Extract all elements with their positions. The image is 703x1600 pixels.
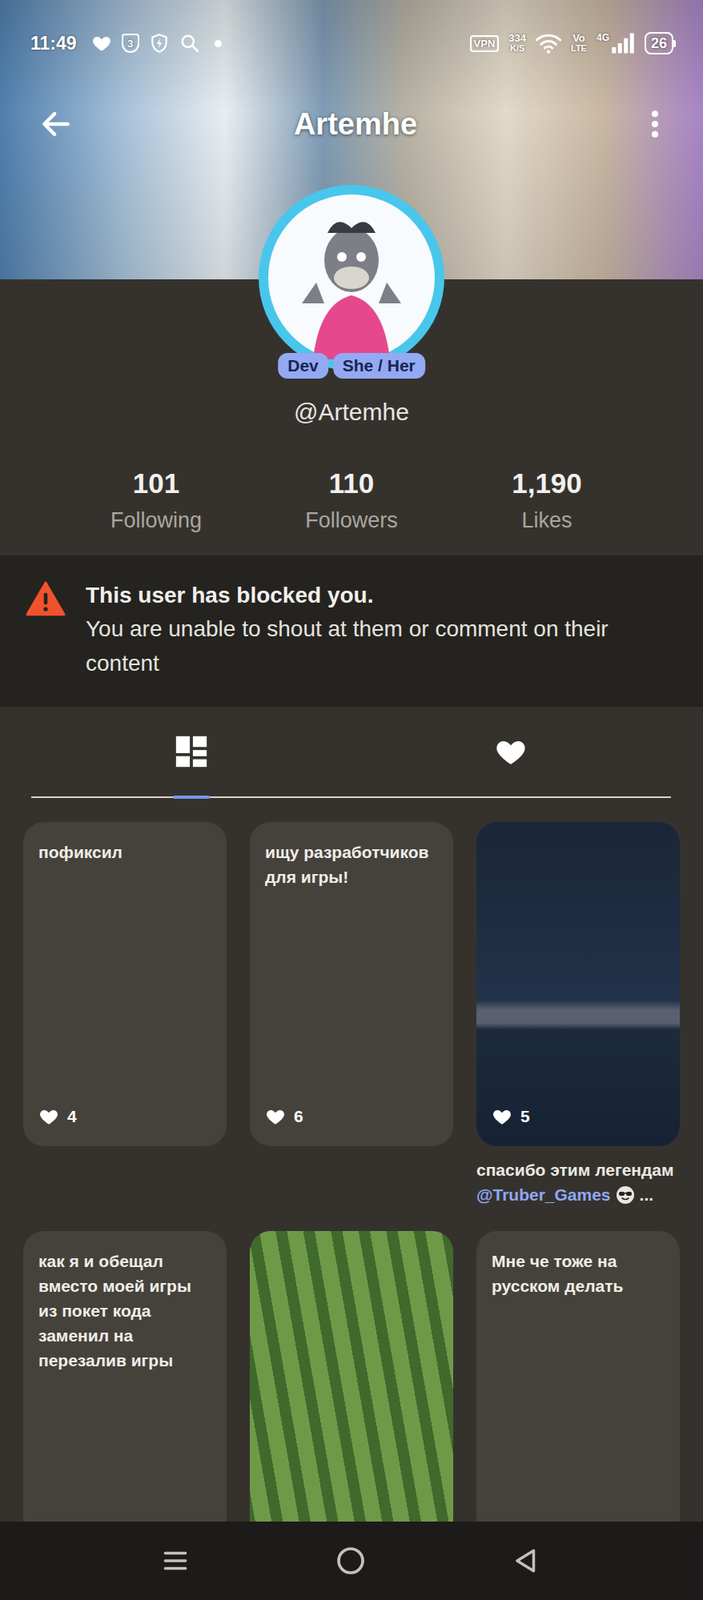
post-text: Мне че тоже на русском делать (491, 1249, 665, 1299)
notice-message: You are unable to shout at them or comme… (85, 611, 671, 681)
profile-badges: DevShe / Her (277, 353, 426, 379)
status-bar: 11:49 3 VPN 334K/S VoLTE 4G 26 (0, 0, 703, 87)
blocked-notice: This user has blocked you.You are unable… (0, 555, 703, 708)
post-card[interactable]: ищу разработчиков для игры! 6 (249, 822, 454, 1147)
post-caption: спасибо этим легендам@Truber_Games... (476, 1157, 680, 1208)
stat-item[interactable]: 110Followers (253, 466, 450, 535)
profile-badge: Dev (277, 353, 329, 379)
post-likes: 6 (265, 1106, 438, 1128)
health-icon (91, 32, 113, 54)
back-triangle-icon (510, 1546, 542, 1577)
post-text: как я и обещал вместо моей игры из покет… (38, 1249, 212, 1374)
avatar[interactable]: DevShe / Her (257, 183, 446, 373)
network-speed: 334K/S (508, 32, 527, 54)
wifi-icon (535, 32, 562, 55)
recents-button[interactable] (87, 1522, 263, 1600)
notification-count: 3 (121, 33, 140, 53)
profile-screen: 11:49 3 VPN 334K/S VoLTE 4G 26 Artemhe DevShe / … (0, 0, 703, 1600)
volte-indicator: VoLTE (570, 32, 587, 54)
shield-icon (148, 32, 170, 54)
post-item: 5 спасибо этим легендам@Truber_Games... (476, 822, 680, 1208)
back-nav-button[interactable] (437, 1522, 614, 1600)
search-icon (179, 32, 201, 54)
post-item: Мне че тоже на русском делать (476, 1231, 680, 1523)
cellular-signal: 4G (596, 32, 635, 54)
post-item: пофиксил 4 (23, 822, 227, 1208)
profile-header: DevShe / Her @Artemhe 101Following110Follo… (0, 279, 703, 556)
like-heart-icon (491, 1106, 513, 1128)
heart-icon (494, 735, 528, 769)
system-nav-bar (0, 1522, 703, 1600)
page-title: Artemhe (75, 107, 636, 142)
like-heart-icon (38, 1106, 60, 1128)
post-card[interactable]: Мне че тоже на русском делать (476, 1231, 680, 1523)
post-item: как я и обещал вместо моей игры из покет… (23, 1231, 227, 1523)
menu-icon (160, 1546, 191, 1577)
post-card[interactable] (249, 1231, 454, 1523)
home-circle-icon (334, 1545, 367, 1578)
post-card[interactable]: 5 (476, 822, 680, 1147)
content-tab[interactable] (31, 707, 352, 797)
post-card[interactable]: как я и обещал вместо моей игры из покет… (23, 1231, 227, 1523)
post-item (249, 1231, 454, 1523)
profile-badge: She / Her (333, 353, 426, 379)
like-heart-icon (265, 1106, 286, 1128)
post-text: ищу разработчиков для игры! (265, 839, 438, 890)
content-tab[interactable] (351, 707, 672, 797)
profile-content: 11:49 3 VPN 334K/S VoLTE 4G 26 Artemhe DevShe / … (0, 0, 703, 1523)
signal-icon (610, 32, 635, 54)
stat-item[interactable]: 101Following (58, 466, 254, 535)
grid-icon (172, 733, 210, 771)
app-bar: Artemhe (0, 86, 703, 162)
dot-icon (214, 40, 222, 48)
clock: 11:49 (30, 32, 77, 55)
stat-item[interactable]: 1,190Likes (449, 466, 645, 535)
notice-title: This user has blocked you. (85, 579, 671, 612)
avatar-image-icon (257, 183, 446, 373)
post-card[interactable]: пофиксил 4 (23, 822, 227, 1147)
home-button[interactable] (262, 1522, 438, 1600)
vpn-indicator: VPN (470, 35, 500, 53)
user-handle: @Artemhe (293, 397, 410, 427)
battery-indicator: 26 (644, 32, 676, 55)
content-tabs (31, 707, 671, 799)
post-item: ищу разработчиков для игры! 6 (249, 822, 454, 1208)
more-button[interactable] (635, 104, 675, 144)
more-vertical-icon (637, 106, 673, 142)
profile-stats: 101Following110Followers1,190Likes (58, 466, 645, 556)
back-arrow-icon (38, 106, 74, 142)
post-text: пофиксил (38, 839, 212, 865)
user-mention[interactable]: @Truber_Games (476, 1182, 611, 1208)
back-button[interactable] (36, 104, 76, 144)
post-grid: пофиксил 4 ищу разработчиков для игры! 6 5 сп… (0, 798, 703, 1523)
tab-indicator (172, 795, 210, 800)
post-likes: 4 (38, 1106, 212, 1128)
post-likes: 5 (491, 1106, 665, 1128)
warning-icon (25, 579, 66, 620)
sunglasses-face-icon (615, 1185, 635, 1206)
